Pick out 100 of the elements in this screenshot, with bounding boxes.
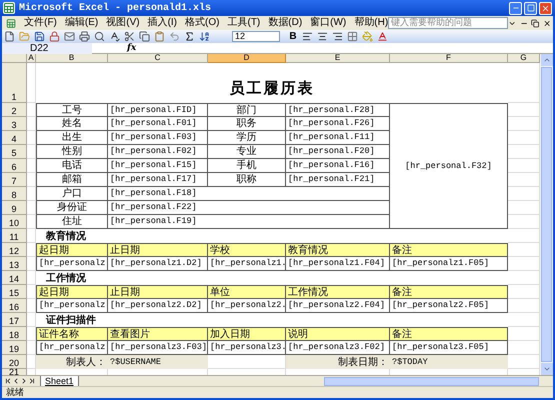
table-cell: [hr_personal.F26] <box>286 117 390 131</box>
table-cell: 专业 <box>208 145 286 159</box>
scroll-up-icon[interactable] <box>542 56 550 64</box>
menu-item[interactable]: 文件(F) <box>24 17 57 29</box>
table-cell: [hr_personalz2.F04] <box>286 299 390 313</box>
table-cell: [hr_personalz1. <box>208 257 286 271</box>
first-sheet-icon[interactable] <box>4 377 12 385</box>
align-center-icon[interactable] <box>315 30 330 43</box>
table-cell: [hr_personal.F17] <box>108 173 208 187</box>
restore-icon[interactable] <box>531 18 540 28</box>
table-cell: 住址 <box>36 215 108 229</box>
empty-cell <box>508 131 540 145</box>
name-box[interactable]: D22 <box>2 42 92 54</box>
borders-icon[interactable] <box>345 30 360 43</box>
table-cell: 部门 <box>208 103 286 117</box>
table-cell: [hr_personalz1.F04] <box>286 257 390 271</box>
row-header: 10 <box>2 215 27 229</box>
empty-cell <box>508 187 540 201</box>
horizontal-scrollbar[interactable] <box>324 376 539 386</box>
menu-item[interactable]: 视图(V) <box>106 17 140 29</box>
menu-item[interactable]: 工具(T) <box>227 17 260 29</box>
last-sheet-icon[interactable] <box>28 377 36 385</box>
empty-cell <box>508 103 540 117</box>
column-header: A <box>27 54 36 63</box>
table-cell: [hr_personal.F02] <box>108 145 208 159</box>
table-cell: 止日期 <box>108 285 208 299</box>
row-header: 13 <box>2 257 27 271</box>
status-text: 就绪 <box>6 386 24 399</box>
row-header: 19 <box>2 341 27 355</box>
table-cell: 查看图片 <box>108 327 208 341</box>
excel-icon <box>3 2 15 14</box>
section-heading: 教育情况 <box>46 229 86 244</box>
table-cell: [hr_personal.F32] <box>390 103 508 229</box>
search-icon[interactable] <box>92 30 107 43</box>
menu-item[interactable]: 数据(D) <box>268 17 302 29</box>
row-header: 7 <box>2 173 27 187</box>
copy-icon[interactable] <box>137 30 152 43</box>
empty-cell <box>508 215 540 229</box>
close-button[interactable] <box>539 2 552 14</box>
function-button[interactable]: fx <box>127 43 136 53</box>
table-cell: [hr_personal.F11] <box>286 131 390 145</box>
font-size-field[interactable]: 12 <box>232 31 280 42</box>
table-cell: 工号 <box>36 103 108 117</box>
column-header: C <box>108 54 208 63</box>
cell-text: ?$TODAY <box>392 356 428 368</box>
empty-cell <box>508 173 540 187</box>
menu-item[interactable]: 格式(O) <box>185 17 220 29</box>
menu-item[interactable]: 窗口(W) <box>310 17 346 29</box>
row-header: 6 <box>2 159 27 173</box>
empty-cell <box>508 159 540 173</box>
column-header: B <box>36 54 108 63</box>
empty-cell <box>508 145 540 159</box>
close-icon <box>541 4 550 12</box>
table-cell: [hr_personal.F01] <box>108 117 208 131</box>
empty-cell <box>508 117 540 131</box>
cell-text: 制表日期： <box>338 356 388 370</box>
row-header: 8 <box>2 187 27 201</box>
menu-item[interactable]: 帮助(H) <box>354 17 388 29</box>
menu-item[interactable]: 编辑(E) <box>64 17 98 29</box>
printer-icon[interactable] <box>77 30 92 43</box>
help-search-field[interactable]: 键入需要帮助的问题 <box>388 17 508 29</box>
table-cell: 性别 <box>36 145 108 159</box>
fill-color-icon[interactable] <box>360 30 375 43</box>
table-cell: 备注 <box>390 243 508 257</box>
sheet-tab[interactable]: Sheet1 <box>40 376 79 386</box>
row-header: 14 <box>2 271 27 285</box>
table-cell: [hr_personal.F15] <box>108 159 208 173</box>
minimize-button[interactable] <box>509 2 522 14</box>
close-icon[interactable] <box>542 18 551 28</box>
save-icon[interactable] <box>32 30 47 43</box>
row-header: 11 <box>2 229 27 243</box>
lock-icon[interactable] <box>47 30 62 43</box>
align-right-icon[interactable] <box>330 30 345 43</box>
table-cell: [hr_personal.FID] <box>108 103 208 117</box>
previous-sheet-icon[interactable] <box>12 377 20 385</box>
bold-button[interactable]: B <box>286 30 300 42</box>
next-sheet-icon[interactable] <box>20 377 28 385</box>
row-header: 5 <box>2 145 27 159</box>
table-cell: [hr_personal.F28] <box>286 103 390 117</box>
section-heading: 工作情况 <box>46 272 86 286</box>
sheet-title: 员工履历表 <box>230 78 314 98</box>
maximize-icon <box>526 4 534 12</box>
table-cell: [hr_personalz1.F05] <box>390 257 508 271</box>
mail-icon[interactable] <box>62 30 77 43</box>
align-left-icon[interactable] <box>300 30 315 43</box>
table-cell: 单位 <box>208 285 286 299</box>
table-cell: [hr_personalz <box>36 299 108 313</box>
row-header: 12 <box>2 243 27 257</box>
table-cell: 学校 <box>208 243 286 257</box>
table-cell: 学历 <box>208 131 286 145</box>
row-header: 16 <box>2 299 27 313</box>
table-cell: 邮箱 <box>36 173 108 187</box>
table-cell: [hr_personalz3.F03] <box>108 341 208 355</box>
vertical-scrollbar[interactable] <box>540 54 553 375</box>
scroll-down-icon[interactable] <box>542 365 550 373</box>
menu-item[interactable]: 插入(I) <box>148 17 178 29</box>
column-header: F <box>390 54 508 63</box>
table-cell: [hr_personal.F21] <box>286 173 390 187</box>
row-header: 4 <box>2 131 27 145</box>
maximize-button[interactable] <box>524 2 537 14</box>
